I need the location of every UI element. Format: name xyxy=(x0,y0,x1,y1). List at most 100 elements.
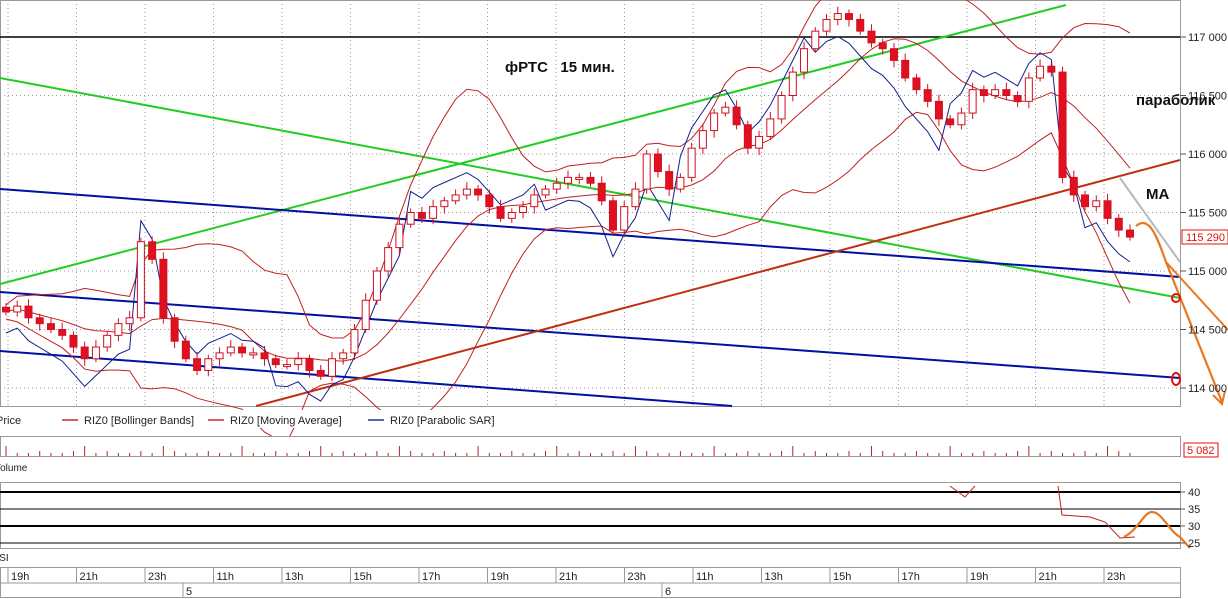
candle-body-down xyxy=(35,317,44,325)
candle-body-down xyxy=(24,305,33,319)
candle-body-up xyxy=(327,358,336,377)
candle-body-up xyxy=(530,194,539,208)
time-tick-label: 11h xyxy=(696,571,714,583)
candle-body-up xyxy=(1036,65,1045,79)
candle-body-down xyxy=(867,30,876,44)
candle-body-down xyxy=(946,118,955,126)
candle-body-down xyxy=(58,329,67,336)
volume-current-label: 5 082 xyxy=(1187,445,1215,457)
candle xyxy=(136,237,145,322)
rsi-panel-label: RSI xyxy=(0,553,9,564)
candle-body-up xyxy=(125,317,134,325)
candle-body-up xyxy=(957,112,966,126)
candle-body-down xyxy=(170,317,179,342)
candle-body-down xyxy=(181,340,190,360)
candle-body-up xyxy=(136,241,145,319)
volume-panel-label: Volume xyxy=(0,463,28,474)
candle xyxy=(687,142,696,183)
candle-body-up xyxy=(114,323,123,336)
candle-body-up xyxy=(766,118,775,137)
legend-label: RIZ0 [Moving Average] xyxy=(230,415,342,427)
candle-body-up xyxy=(384,247,393,272)
candle-body-down xyxy=(923,89,932,102)
rsi-tick-label: 30 xyxy=(1188,521,1200,533)
candle-body-down xyxy=(732,106,741,126)
candle xyxy=(811,27,820,53)
time-tick-label: 11h xyxy=(217,571,235,583)
candle-body-down xyxy=(743,124,752,149)
candle-body-up xyxy=(350,329,359,354)
time-tick-label: 13h xyxy=(765,571,783,583)
candle-body-down xyxy=(1114,217,1123,231)
time-tick-label: 23h xyxy=(628,571,646,583)
candle-body-up xyxy=(215,352,224,360)
candle-body-down xyxy=(653,153,662,173)
candle-body-down xyxy=(474,188,483,196)
candle-body-down xyxy=(417,212,426,219)
candle-body-down xyxy=(148,241,157,260)
price-tick-label: 117 000 xyxy=(1188,32,1227,44)
candle-body-up xyxy=(620,206,629,231)
candle xyxy=(642,149,651,194)
candle-body-up xyxy=(968,89,977,114)
candle-body-down xyxy=(1126,229,1134,238)
candle-body-up xyxy=(406,212,415,225)
candle-body-down xyxy=(238,346,247,354)
legend-label: RIZ0 [Parabolic SAR] xyxy=(390,415,495,427)
price-axis: 117 000116 500116 000115 500115 000114 5… xyxy=(1180,32,1227,395)
rsi-tick-label: 25 xyxy=(1188,538,1200,550)
price-tick-label: 115 000 xyxy=(1188,266,1227,278)
time-tick-label: 19h xyxy=(970,571,988,583)
candle-body-up xyxy=(294,358,303,366)
candle-body-up xyxy=(103,334,112,348)
price-tick-label: 116 000 xyxy=(1188,149,1227,161)
candle-body-down xyxy=(889,48,898,61)
candle xyxy=(777,91,786,124)
candle-body-down xyxy=(305,358,314,371)
annotation-parabolic: параболик xyxy=(1136,92,1216,109)
candle-body-down xyxy=(1047,65,1056,73)
candle-body-up xyxy=(1024,77,1033,102)
candle-body-up xyxy=(687,147,696,178)
candle-body-up xyxy=(552,182,561,190)
candle-body-down xyxy=(665,171,674,190)
candle-body-down xyxy=(1103,200,1112,219)
candle-body-up xyxy=(440,200,449,208)
candle xyxy=(372,266,381,305)
candle-body-up xyxy=(564,176,572,184)
time-tick-label: 19h xyxy=(11,571,29,583)
candle-body-up xyxy=(226,346,235,354)
candle-body-up xyxy=(676,176,685,190)
candle xyxy=(159,252,168,324)
candle-body-up xyxy=(777,95,786,120)
time-tick-label: 17h xyxy=(902,571,920,583)
candle-body-down xyxy=(193,358,202,371)
candle-body-up xyxy=(339,352,348,360)
candle-body-up xyxy=(91,346,100,360)
candle-body-down xyxy=(979,89,988,97)
candle-body-down xyxy=(80,346,89,360)
candle-body-down xyxy=(934,100,943,120)
time-tick-label: 23h xyxy=(148,571,166,583)
candle-body-up xyxy=(991,89,1000,97)
current-price-label: 115 290 xyxy=(1186,232,1225,244)
candle-body-up xyxy=(822,18,831,32)
candle-body-up xyxy=(541,188,550,196)
time-tick-label: 15h xyxy=(354,571,372,583)
candle-body-up xyxy=(451,194,460,202)
candle-body-down xyxy=(1081,194,1090,208)
candle-body-down xyxy=(597,182,606,202)
candle-body-down xyxy=(46,323,55,330)
day-tick-label: 6 xyxy=(665,586,671,598)
candle-body-up xyxy=(698,130,707,149)
candle-body-down xyxy=(1069,176,1078,196)
rsi-tick-label: 40 xyxy=(1188,487,1200,499)
candle xyxy=(1058,66,1067,184)
candle-body-up xyxy=(283,364,291,368)
time-tick-label: 17h xyxy=(422,571,440,583)
candle-body-down xyxy=(271,358,280,366)
candle-body-up xyxy=(811,30,820,50)
candle-body-down xyxy=(586,176,595,184)
legend-label: RIZ0 [Bollinger Bands] xyxy=(84,415,194,427)
candle-body-up xyxy=(833,13,842,20)
